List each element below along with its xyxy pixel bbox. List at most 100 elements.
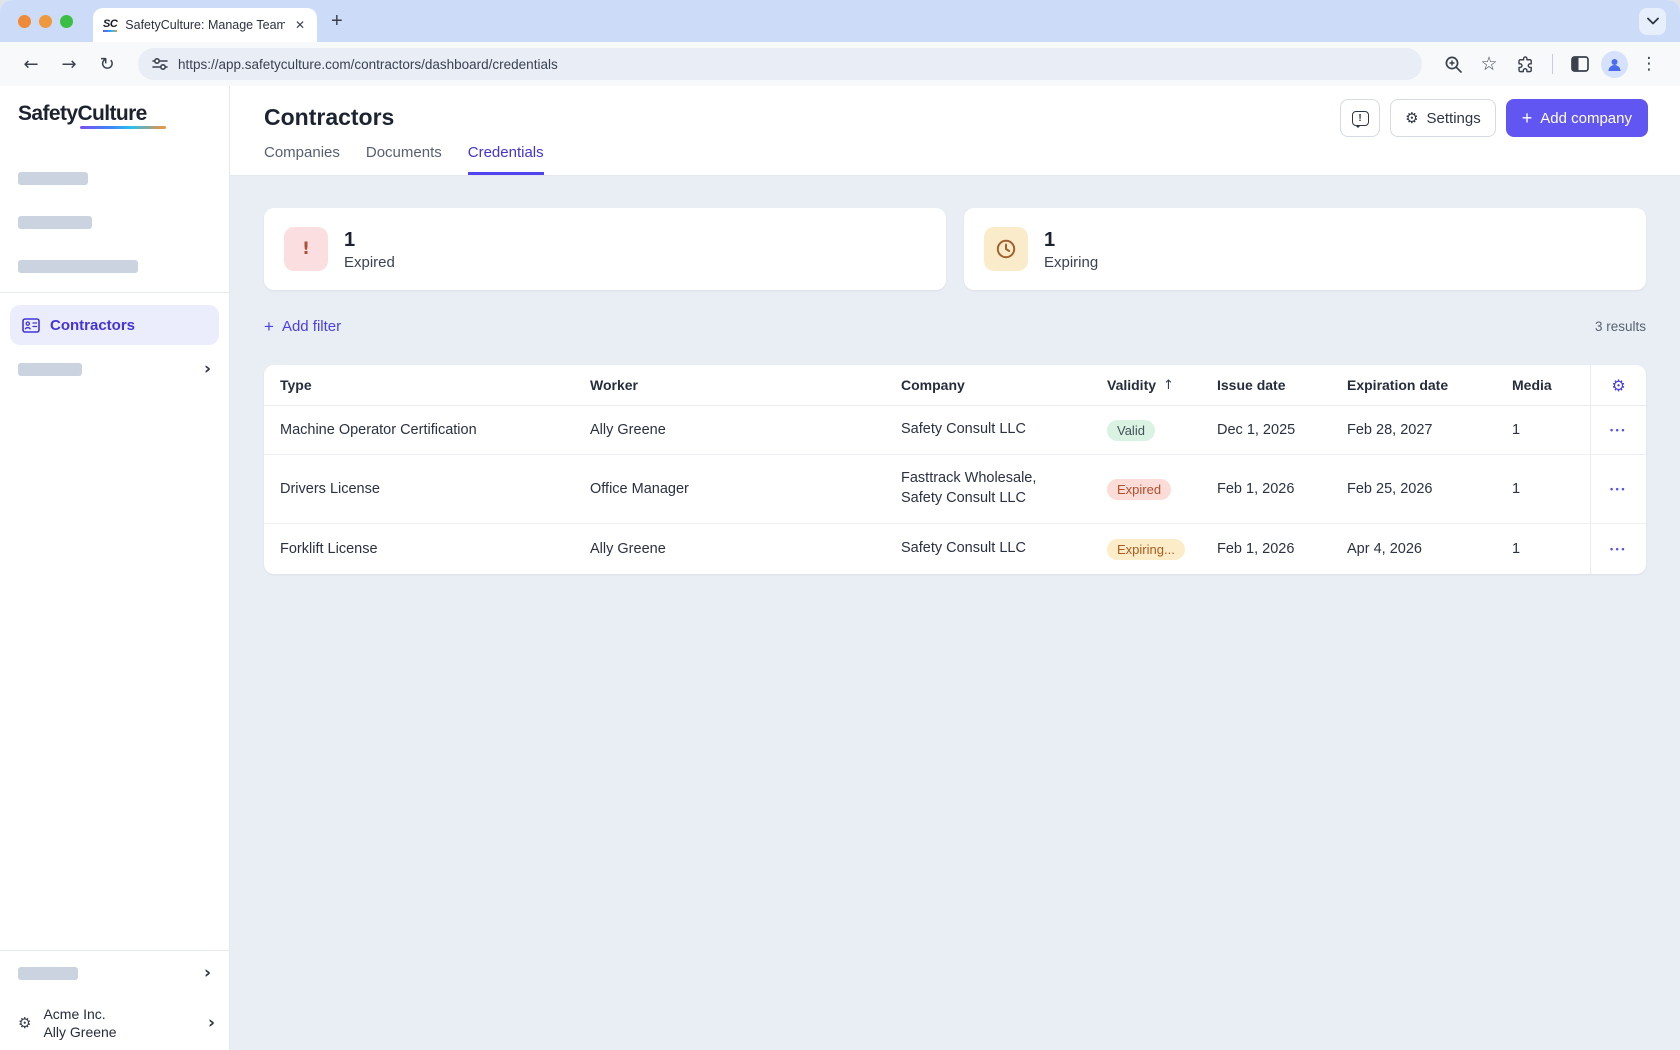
logo-text-safety: Safety xyxy=(18,102,77,125)
expiring-count: 1 xyxy=(1044,228,1098,252)
chevron-right-icon: › xyxy=(208,1015,215,1032)
summary-cards: ! 1 Expired 1 Expiring xyxy=(264,208,1646,290)
tab-documents[interactable]: Documents xyxy=(366,144,442,175)
cell-company: Fasttrack Wholesale, Safety Consult LLC xyxy=(901,469,1107,508)
settings-button[interactable]: ⚙ Settings xyxy=(1390,99,1496,137)
sidebar-spacer xyxy=(0,378,229,950)
column-header-company[interactable]: Company xyxy=(901,377,1107,393)
cell-company: Safety Consult LLC xyxy=(901,420,1107,440)
chevron-down-icon xyxy=(1647,17,1659,25)
credentials-table: Type Worker Company Validity ↑ Issue dat… xyxy=(264,365,1646,574)
column-header-issue-date[interactable]: Issue date xyxy=(1217,377,1347,393)
sidebar-skeleton-item xyxy=(18,172,88,185)
cell-validity: Expired xyxy=(1107,479,1217,500)
add-filter-label: Add filter xyxy=(282,318,341,335)
reload-button[interactable]: ↻ xyxy=(92,49,122,79)
table-row[interactable]: Drivers License Office Manager Fasttrack… xyxy=(264,455,1646,524)
table-row[interactable]: Forklift License Ally Greene Safety Cons… xyxy=(264,524,1646,574)
tab-title: SafetyCulture: Manage Teams and... xyxy=(125,18,285,32)
validity-badge-expiring: Expiring... xyxy=(1107,539,1185,560)
address-bar[interactable]: https://app.safetyculture.com/contractor… xyxy=(138,48,1422,80)
add-company-button[interactable]: + Add company xyxy=(1506,99,1648,137)
table-settings-icon[interactable]: ⚙ xyxy=(1611,376,1625,395)
sidebar-skeleton-item xyxy=(18,967,78,980)
expired-count: 1 xyxy=(344,228,395,252)
browser-tabstrip: SC SafetyCulture: Manage Teams and... ✕ … xyxy=(0,0,1680,42)
settings-label: Settings xyxy=(1427,110,1481,127)
cell-expiration-date: Feb 28, 2027 xyxy=(1347,422,1512,438)
cell-worker: Ally Greene xyxy=(590,541,901,557)
browser-tab-active[interactable]: SC SafetyCulture: Manage Teams and... ✕ xyxy=(93,8,317,42)
sidebar-collapsed-group[interactable]: › xyxy=(18,361,211,378)
profile-avatar[interactable] xyxy=(1601,51,1628,78)
table-header-row: Type Worker Company Validity ↑ Issue dat… xyxy=(264,365,1646,406)
sort-ascending-icon: ↑ xyxy=(1163,378,1174,393)
column-header-worker[interactable]: Worker xyxy=(590,377,901,393)
row-actions-cell: ••• xyxy=(1590,455,1646,523)
main-area: Contractors Companies Documents Credenti… xyxy=(230,86,1680,1050)
logo-gradient-underline xyxy=(80,126,166,129)
column-header-expiration-date[interactable]: Expiration date xyxy=(1347,377,1512,393)
cell-media: 1 xyxy=(1512,541,1590,557)
table-row[interactable]: Machine Operator Certification Ally Gree… xyxy=(264,406,1646,455)
tab-search-button[interactable] xyxy=(1639,8,1666,35)
window-controls xyxy=(0,15,73,28)
validity-badge-expired: Expired xyxy=(1107,479,1171,500)
logo-text-culture: Culture xyxy=(77,102,146,125)
expired-alert-icon: ! xyxy=(284,227,328,271)
tab-companies[interactable]: Companies xyxy=(264,144,340,175)
side-panel-icon[interactable] xyxy=(1565,49,1595,79)
extensions-icon[interactable] xyxy=(1510,49,1540,79)
window-zoom-button[interactable] xyxy=(60,15,73,28)
expiring-clock-icon xyxy=(984,227,1028,271)
bookmark-star-icon[interactable]: ☆ xyxy=(1474,49,1504,79)
column-header-media[interactable]: Media xyxy=(1512,377,1590,393)
results-count: 3 results xyxy=(1595,319,1646,334)
back-button[interactable]: ← xyxy=(16,49,46,79)
browser-menu-icon[interactable]: ⋮ xyxy=(1634,49,1664,79)
cell-expiration-date: Feb 25, 2026 xyxy=(1347,481,1512,497)
cell-company: Safety Consult LLC xyxy=(901,539,1107,559)
row-actions-menu-icon[interactable]: ••• xyxy=(1610,484,1627,494)
tab-credentials[interactable]: Credentials xyxy=(468,144,544,175)
sidebar-divider xyxy=(0,950,229,951)
row-actions-cell: ••• xyxy=(1590,406,1646,454)
site-settings-icon[interactable] xyxy=(152,57,168,71)
feedback-button[interactable]: ! xyxy=(1340,99,1380,137)
browser-toolbar: ← → ↻ https://app.safetyculture.com/cont… xyxy=(0,42,1680,86)
account-switcher[interactable]: ⚙ Acme Inc. Ally Greene › xyxy=(18,1006,215,1040)
sidebar-skeleton-item xyxy=(18,363,82,376)
plus-icon: + xyxy=(1522,109,1533,127)
expiring-label: Expiring xyxy=(1044,254,1098,271)
tab-close-icon[interactable]: ✕ xyxy=(293,18,307,32)
column-header-validity[interactable]: Validity ↑ xyxy=(1107,377,1217,393)
account-names: Acme Inc. Ally Greene xyxy=(43,1006,196,1040)
sidebar-collapsed-group[interactable]: › xyxy=(18,965,211,982)
expired-summary-card[interactable]: ! 1 Expired xyxy=(264,208,946,290)
cell-expiration-date: Apr 4, 2026 xyxy=(1347,541,1512,557)
cell-issue-date: Feb 1, 2026 xyxy=(1217,541,1347,557)
new-tab-button[interactable]: + xyxy=(331,11,343,31)
account-org: Acme Inc. xyxy=(43,1006,196,1022)
cell-issue-date: Feb 1, 2026 xyxy=(1217,481,1347,497)
row-actions-menu-icon[interactable]: ••• xyxy=(1610,425,1627,435)
window-close-button[interactable] xyxy=(18,15,31,28)
sidebar-divider xyxy=(0,292,229,293)
column-header-type[interactable]: Type xyxy=(264,377,590,393)
zoom-in-icon[interactable] xyxy=(1438,49,1468,79)
safetyculture-favicon: SC xyxy=(103,18,117,32)
chevron-right-icon: › xyxy=(204,361,211,378)
person-icon xyxy=(1607,57,1622,72)
contractors-icon xyxy=(22,318,40,333)
expiring-summary-card[interactable]: 1 Expiring xyxy=(964,208,1646,290)
add-filter-button[interactable]: + Add filter xyxy=(264,318,341,335)
sidebar-item-contractors[interactable]: Contractors xyxy=(10,305,219,345)
app-shell: SafetyCulture Contractors › › ⚙ xyxy=(0,86,1680,1050)
window-minimize-button[interactable] xyxy=(39,15,52,28)
row-actions-menu-icon[interactable]: ••• xyxy=(1610,544,1627,554)
alert-glyph: ! xyxy=(302,239,310,259)
sidebar: SafetyCulture Contractors › › ⚙ xyxy=(0,86,230,1050)
feedback-bubble-icon: ! xyxy=(1352,111,1369,126)
toolbar-separator xyxy=(1552,54,1553,74)
forward-button[interactable]: → xyxy=(54,49,84,79)
